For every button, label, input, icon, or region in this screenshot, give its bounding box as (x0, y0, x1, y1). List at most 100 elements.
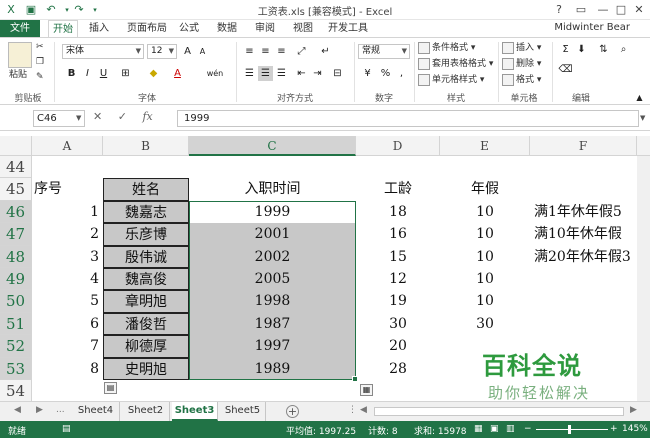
cell-hire-date[interactable]: 1989 (189, 357, 356, 380)
cell-hire-date[interactable]: 2001 (189, 223, 356, 246)
row-header-49[interactable]: 49 (0, 268, 32, 291)
vertical-scrollbar[interactable] (637, 156, 650, 401)
cell-name[interactable]: 柳德厚 (103, 335, 189, 358)
next-sheet-icon[interactable]: ▶ (36, 405, 43, 415)
cell-seniority[interactable]: 18 (356, 201, 440, 223)
row-header-44[interactable]: 44 (0, 156, 32, 179)
cell-seq[interactable]: 8 (32, 358, 103, 380)
chevron-down-icon[interactable]: ▼ (76, 114, 81, 122)
fill-handle[interactable] (352, 376, 358, 382)
fill-color-icon[interactable]: ◆ (146, 66, 161, 81)
column-header-f[interactable]: F (530, 136, 637, 156)
horizontal-scrollbar[interactable] (374, 407, 624, 416)
autosum-icon[interactable]: Σ (558, 42, 573, 57)
cell-hire-date[interactable]: 1987 (189, 312, 356, 336)
tab-home[interactable]: 开始 (48, 20, 78, 37)
quick-analysis-icon[interactable]: ▦ (360, 384, 373, 396)
cell-name[interactable]: 殷伟诚 (103, 245, 189, 268)
cell-leave[interactable]: 10 (440, 201, 530, 223)
format-as-table-button[interactable]: 套用表格格式 ▾ (418, 57, 493, 71)
header-cell-leave[interactable]: 年假 (440, 178, 530, 200)
paste-button[interactable]: 粘贴 (9, 68, 27, 82)
cell-leave[interactable]: 30 (440, 313, 530, 335)
row-header-53[interactable]: 53 (0, 357, 32, 380)
cut-icon[interactable]: ✂ (36, 40, 44, 54)
tab-split-handle[interactable]: ⋮ (348, 405, 357, 415)
wrap-text-icon[interactable]: ↵ (318, 44, 333, 59)
cell-name[interactable]: 潘俊哲 (103, 312, 189, 336)
cell-leave[interactable]: 10 (440, 290, 530, 312)
cell-seniority[interactable]: 30 (356, 313, 440, 335)
sort-filter-icon[interactable]: ⇅ (596, 42, 611, 57)
conditional-formatting-button[interactable]: 条件格式 ▾ (418, 41, 475, 55)
cell-note[interactable]: 满20年休年假3 (530, 246, 637, 268)
cancel-entry-icon[interactable]: ✕ (93, 110, 102, 123)
collapse-ribbon-icon[interactable]: ▲ (632, 90, 647, 105)
user-name[interactable]: Midwinter Bear (554, 22, 630, 33)
bold-button[interactable]: B (64, 66, 79, 81)
fill-icon[interactable]: ⬇ (574, 42, 589, 57)
tab-page-layout[interactable]: 页面布局 (122, 20, 172, 37)
row-header-54[interactable]: 54 (0, 380, 32, 401)
active-cell[interactable]: 1999 (189, 200, 356, 224)
header-cell-name[interactable]: 姓名 (103, 178, 189, 201)
cell-name[interactable]: 史明旭 (103, 357, 189, 380)
row-header-52[interactable]: 52 (0, 335, 32, 358)
column-header-c[interactable]: C (189, 136, 356, 156)
cell-name[interactable]: 章明旭 (103, 290, 189, 313)
tab-developer[interactable]: 开发工具 (326, 20, 370, 37)
page-break-view-icon[interactable]: ▥ (506, 424, 515, 434)
percent-button[interactable]: % (378, 66, 393, 81)
sheet-tab-sheet3[interactable]: Sheet3 (172, 402, 218, 421)
comma-style-button[interactable]: , (394, 66, 409, 81)
column-header-d[interactable]: D (356, 136, 440, 156)
align-bottom-icon[interactable]: ≡ (274, 44, 289, 59)
increase-indent-icon[interactable]: ⇥ (310, 66, 325, 81)
font-name-combo[interactable]: 宋体 ▼ (62, 44, 144, 59)
row-header-48[interactable]: 48 (0, 245, 32, 268)
header-cell-hire-date[interactable]: 入职时间 (189, 178, 356, 200)
row-header-45[interactable]: 45 (0, 178, 32, 201)
cell-note[interactable]: 满10年休年假 (530, 223, 637, 245)
currency-icon[interactable]: ¥ (360, 66, 375, 81)
zoom-slider-thumb[interactable] (568, 425, 571, 434)
cell-seniority[interactable]: 19 (356, 290, 440, 312)
cell-seniority[interactable]: 28 (356, 358, 440, 380)
normal-view-icon[interactable]: ▦ (474, 424, 483, 434)
scroll-right-icon[interactable]: ▶ (630, 405, 637, 415)
header-cell-seniority[interactable]: 工龄 (356, 178, 440, 200)
delete-cells-button[interactable]: 删除 ▾ (502, 57, 541, 71)
align-right-icon[interactable]: ☰ (274, 66, 289, 81)
sheet-tab-sheet2[interactable]: Sheet2 (122, 402, 170, 421)
paste-options-icon[interactable]: ▤ (104, 382, 117, 394)
shrink-font-icon[interactable]: A (195, 44, 210, 59)
column-header-a[interactable]: A (32, 136, 103, 156)
cell-seniority[interactable]: 12 (356, 268, 440, 290)
sheet-tab-sheet4[interactable]: Sheet4 (72, 402, 120, 421)
zoom-level[interactable]: 145% (622, 424, 648, 434)
zoom-out-icon[interactable]: − (524, 424, 532, 434)
cell-seq[interactable]: 4 (32, 268, 103, 290)
expand-formula-icon[interactable]: ▼ (640, 114, 645, 122)
align-center-icon[interactable]: ☰ (258, 66, 273, 81)
column-header-b[interactable]: B (103, 136, 189, 156)
cell-seq[interactable]: 6 (32, 313, 103, 335)
confirm-entry-icon[interactable]: ✓ (118, 110, 127, 123)
font-size-combo[interactable]: 12 ▼ (147, 44, 177, 59)
row-header-47[interactable]: 47 (0, 223, 32, 246)
cell-hire-date[interactable]: 2002 (189, 245, 356, 268)
format-cells-button[interactable]: 格式 ▾ (502, 73, 541, 87)
zoom-slider[interactable] (536, 429, 608, 430)
cell-seq[interactable]: 2 (32, 223, 103, 245)
prev-sheet-icon[interactable]: ◀ (14, 405, 21, 415)
cell-leave[interactable]: 10 (440, 268, 530, 290)
align-left-icon[interactable]: ☰ (242, 66, 257, 81)
select-all-corner[interactable] (0, 136, 32, 156)
number-format-combo[interactable]: 常规 ▼ (358, 44, 410, 59)
help-button[interactable]: ? (548, 2, 570, 18)
tab-review[interactable]: 审阅 (250, 20, 280, 37)
tab-formulas[interactable]: 公式 (176, 20, 202, 37)
cell-leave[interactable]: 10 (440, 223, 530, 245)
cell-name[interactable]: 乐彦博 (103, 223, 189, 246)
cell-seq[interactable]: 7 (32, 335, 103, 357)
